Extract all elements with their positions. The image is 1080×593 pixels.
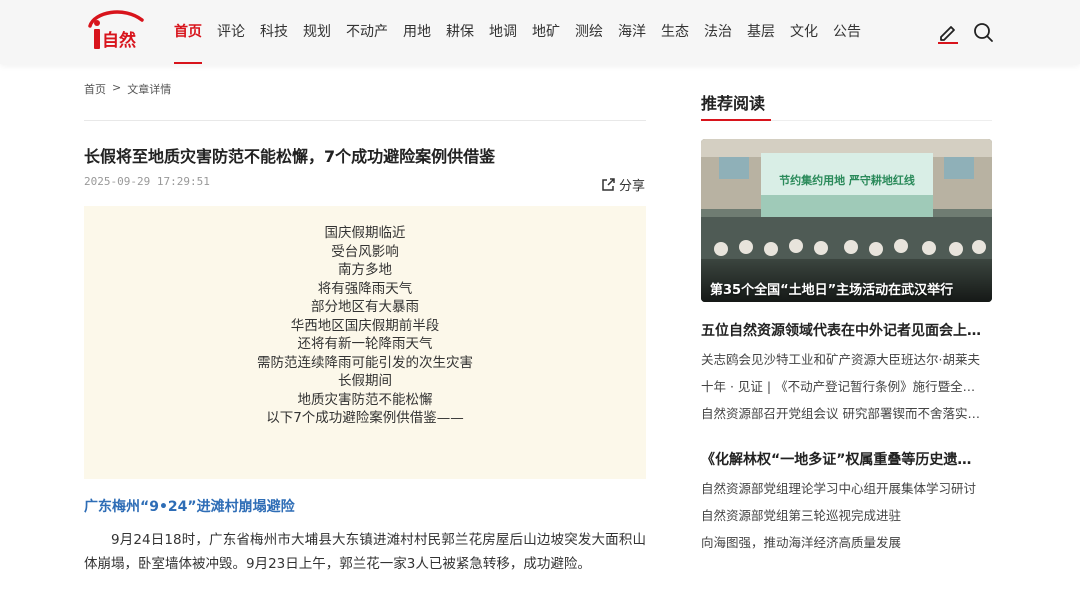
nav-item[interactable]: 地矿 — [526, 0, 566, 64]
title-divider — [84, 120, 646, 121]
banner-slogan: 节约集约用地 严守耕地红线 — [779, 173, 915, 187]
sidebar-link[interactable]: 自然资源部召开党组会议 研究部署锲而不舍落实… — [701, 403, 992, 422]
edit-icon[interactable] — [936, 20, 960, 44]
intro-line: 受台风影响 — [331, 243, 399, 260]
article-title: 长假将至地质灾害防范不能松懈，7个成功避险案例供借鉴 — [84, 147, 496, 166]
nav-item[interactable]: 评论 — [211, 0, 251, 64]
intro-line: 南方多地 — [338, 262, 392, 278]
sidebar-title-underline — [701, 119, 771, 121]
sidebar-link[interactable]: 关志鸥会见沙特工业和矿产资源大臣班达尔·胡莱夫 — [701, 349, 992, 368]
nav-item[interactable]: 科技 — [254, 0, 294, 64]
nav-item[interactable]: 生态 — [655, 0, 695, 64]
section-heading: 广东梅州“9•24”进滩村崩塌避险 — [84, 499, 295, 515]
intro-line: 国庆假期临近 — [324, 225, 406, 241]
nav-item[interactable]: 用地 — [397, 0, 437, 64]
nav-item[interactable]: 耕保 — [440, 0, 480, 64]
intro-box: 国庆假期临近 受台风影响南方多地将有强降雨天气 部分地区有大暴雨华西地区国庆假期前半… — [84, 206, 646, 479]
featured-story[interactable]: 节约集约用地 严守耕地红线 第35个全国“土地日”主场活动在武汉举行 — [701, 139, 992, 302]
article-date: 2025-09-29 17:29:51 — [84, 175, 210, 188]
svg-text:自然: 自然 — [102, 30, 136, 51]
nav-item[interactable]: 不动产 — [340, 0, 394, 64]
share-icon — [602, 177, 615, 191]
sidebar-headline[interactable]: 《化解林权“一地多证”权属重叠等历史遗… — [701, 449, 992, 469]
nav-item[interactable]: 地调 — [483, 0, 523, 64]
sidebar-link[interactable]: 自然资源部党组第三轮巡视完成进驻 — [701, 505, 992, 524]
intro-line: 需防范连续降雨可能引发的次生灾害 — [257, 354, 473, 371]
sidebar-link[interactable]: 十年 · 见证 | 《不动产登记暂行条例》施行暨全… — [701, 376, 992, 395]
sidebar-title: 推荐阅读 — [701, 94, 766, 113]
sidebar-headline[interactable]: 五位自然资源领域代表在中外记者见面会上… — [701, 320, 992, 340]
nav-item[interactable]: 规划 — [297, 0, 337, 64]
search-icon[interactable] — [971, 20, 995, 44]
nav-item[interactable]: 基层 — [741, 0, 781, 64]
nav-item[interactable]: 首页 — [168, 0, 208, 64]
share-button[interactable]: 分享 — [600, 175, 645, 194]
featured-caption: 第35个全国“土地日”主场活动在武汉举行 — [710, 283, 954, 298]
nav-item[interactable]: 法治 — [698, 0, 738, 64]
breadcrumb-separator: > — [112, 81, 122, 94]
intro-line: 将有强降雨天气 — [317, 280, 413, 297]
article-paragraph: 9月24日18时，广东省梅州市大埔县大东镇进滩村村民郭兰花房屋后山边坡突发大面积… — [84, 532, 646, 572]
top-header: 自然 首页 评论 科技 规划 不动产 用地 耕保 地调 地矿 测绘 海洋 生态 法治 基层 文化 公告 — [0, 0, 1080, 64]
breadcrumb-home[interactable]: 首页 — [84, 81, 106, 97]
breadcrumb-current: 文章详情 — [127, 83, 172, 96]
nav-item[interactable]: 海洋 — [612, 0, 652, 64]
sidebar-link[interactable]: 向海图强，推动海洋经济高质量发展 — [701, 532, 992, 551]
main-nav: 首页 评论 科技 规划 不动产 用地 耕保 地调 地矿 测绘 海洋 生态 法治 基层 文化 公告 — [168, 0, 870, 64]
intro-line: 华西地区国庆假期前半段 — [290, 317, 440, 334]
intro-line: 部分地区有大暴雨 — [311, 299, 419, 315]
nav-item[interactable]: 文化 — [784, 0, 824, 64]
nav-item[interactable]: 测绘 — [569, 0, 609, 64]
nav-item[interactable]: 公告 — [827, 0, 867, 64]
intro-line: 长假期间 — [338, 373, 392, 389]
breadcrumb: 首页 > 文章详情 — [84, 81, 171, 97]
sidebar-link[interactable]: 自然资源部党组理论学习中心组开展集体学习研讨 — [701, 478, 992, 497]
intro-line: 地质灾害防范不能松懈 — [297, 391, 433, 408]
share-label: 分享 — [619, 179, 646, 194]
intro-line: 还将有新一轮降雨天气 — [297, 336, 433, 352]
intro-line: 以下7个成功避险案例供借鉴—— — [266, 410, 464, 426]
site-logo[interactable]: 自然 — [84, 6, 146, 54]
